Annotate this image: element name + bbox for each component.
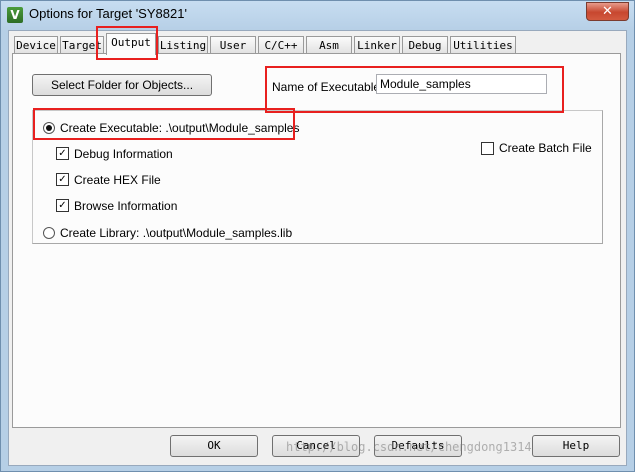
create-executable-radio[interactable] bbox=[43, 122, 55, 134]
name-of-executable-label: Name of Executable: bbox=[272, 80, 384, 94]
create-executable-label: Create Executable: .\output\Module_sampl… bbox=[60, 121, 300, 135]
browse-information-label: Browse Information bbox=[74, 199, 178, 213]
tab-output[interactable]: Output bbox=[106, 33, 156, 55]
tab-utilities[interactable]: Utilities bbox=[450, 36, 516, 53]
keil-app-icon: V bbox=[7, 7, 23, 23]
title-bar[interactable]: V Options for Target 'SY8821' ✕ bbox=[1, 1, 634, 31]
watermark-text: http://blog.csdn.net/chengdong1314 bbox=[286, 440, 532, 454]
create-library-label: Create Library: .\output\Module_samples.… bbox=[60, 226, 293, 240]
tab-target[interactable]: Target bbox=[60, 36, 104, 53]
create-batch-file-label: Create Batch File bbox=[499, 141, 592, 155]
tab-user[interactable]: User bbox=[210, 36, 256, 53]
name-of-executable-field[interactable]: Module_samples bbox=[376, 74, 547, 94]
create-batch-file-checkbox[interactable] bbox=[481, 142, 494, 155]
debug-information-checkbox[interactable]: ✓ bbox=[56, 147, 69, 160]
browse-information-checkbox[interactable]: ✓ bbox=[56, 199, 69, 212]
ok-button[interactable]: OK bbox=[170, 435, 258, 457]
create-hex-file-checkbox[interactable]: ✓ bbox=[56, 173, 69, 186]
tab-c-cpp[interactable]: C/C++ bbox=[258, 36, 304, 53]
help-button[interactable]: Help bbox=[532, 435, 620, 457]
window-title: Options for Target 'SY8821' bbox=[29, 6, 187, 21]
tab-asm[interactable]: Asm bbox=[306, 36, 352, 53]
tab-listing[interactable]: Listing bbox=[158, 36, 208, 53]
debug-information-label: Debug Information bbox=[74, 147, 173, 161]
create-library-radio[interactable] bbox=[43, 227, 55, 239]
tab-linker[interactable]: Linker bbox=[354, 36, 400, 53]
tab-debug[interactable]: Debug bbox=[402, 36, 448, 53]
create-hex-file-label: Create HEX File bbox=[74, 173, 161, 187]
select-folder-button[interactable]: Select Folder for Objects... bbox=[32, 74, 212, 96]
close-icon[interactable]: ✕ bbox=[586, 2, 629, 21]
tab-device[interactable]: Device bbox=[14, 36, 58, 53]
